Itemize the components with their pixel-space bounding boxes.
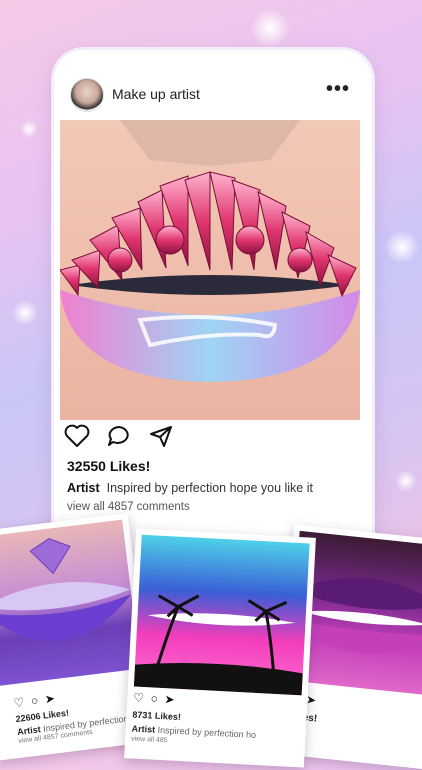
post-card-image [133,534,310,696]
card-caption-text: Inspired by perfection ho [157,724,257,741]
caption-text: Inspired by perfection hope you like it [106,481,313,495]
heart-icon[interactable] [64,424,90,448]
post-image[interactable] [60,120,360,420]
card-actions: ♡ ○ ➤ [132,690,176,707]
more-icon[interactable]: ••• [326,78,350,101]
comment-icon[interactable] [106,424,132,448]
caption-author[interactable]: Artist [67,481,100,495]
share-icon[interactable] [148,424,174,448]
lips-illustration [60,120,360,382]
caption: Artist Inspired by perfection hope you l… [67,481,313,495]
card-comments: view all 485 [130,735,168,745]
palm-lips-illustration [133,594,303,696]
card-actions: ♡ ○ ➤ [12,691,56,711]
avatar[interactable] [70,78,104,112]
sparkle [20,120,38,138]
username[interactable]: Make up artist [112,86,200,102]
card-caption-author: Artist [131,723,156,735]
post-header: Make up artist ••• [54,76,372,114]
sparkle [385,230,419,264]
sparkle [12,300,38,326]
post-card-middle[interactable]: ♡ ○ ➤ 8731 Likes! Artist Inspired by per… [124,528,316,768]
glitter-lips-illustration [0,538,132,642]
view-comments-link[interactable]: view all 4857 comments [67,501,190,513]
card-likes: 8731 Likes! [132,709,182,723]
sparkle [395,470,417,492]
sparkle [250,8,290,48]
post-actions [64,424,264,454]
likes-count: 32550 Likes! [67,458,151,474]
post-card-image [0,519,141,687]
